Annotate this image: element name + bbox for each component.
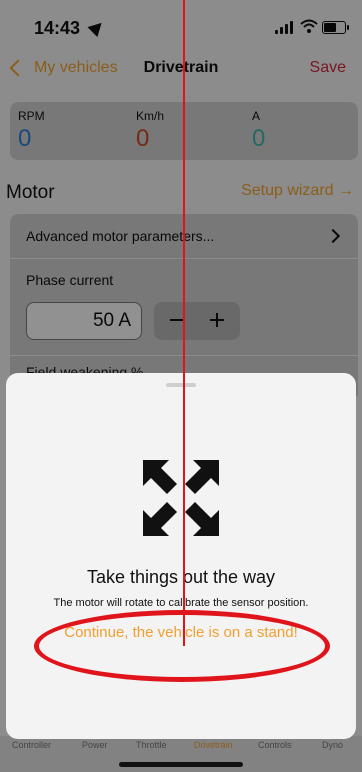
- sheet-grabber[interactable]: [166, 383, 196, 387]
- annotation-line: [183, 0, 185, 646]
- calibration-sheet: Take things out the way The motor will r…: [6, 373, 356, 739]
- sheet-description: The motor will rotate to calibrate the s…: [53, 597, 309, 609]
- home-indicator[interactable]: [119, 762, 243, 767]
- annotation-ellipse: [34, 610, 330, 682]
- screen: 14:43 My vehicles Drivetrain Save RPM 0 …: [0, 0, 362, 772]
- sheet-title: Take things out the way: [86, 567, 276, 587]
- expand-arrows-icon: [143, 460, 219, 536]
